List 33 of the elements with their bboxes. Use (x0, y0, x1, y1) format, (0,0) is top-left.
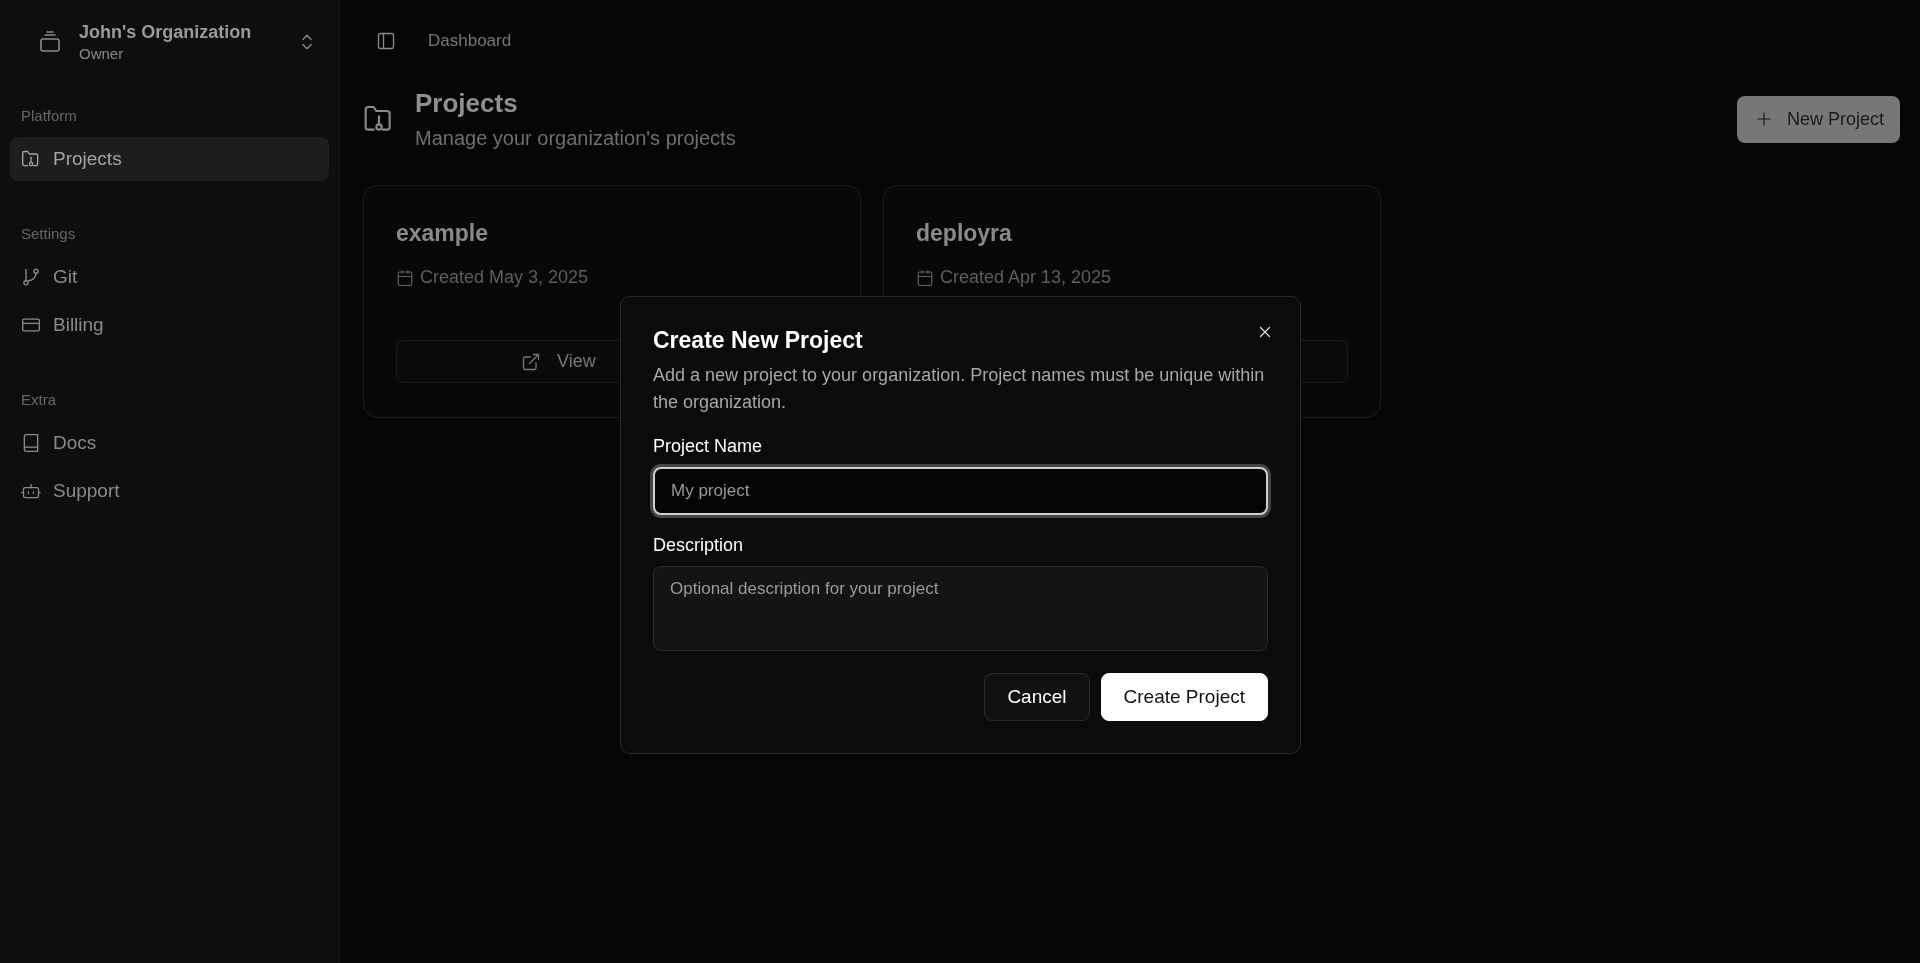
new-project-button[interactable]: New Project (1736, 95, 1900, 143)
project-name: deployra (916, 220, 1012, 247)
nav-item[interactable]: Billing (10, 303, 329, 347)
calendar-icon (916, 268, 934, 287)
created-date: Created Apr 13, 2025 (916, 267, 1112, 288)
field-label: Project Name (653, 436, 763, 457)
section-label: Extra (20, 391, 57, 409)
external-link-icon (521, 351, 541, 372)
page-subtitle: Manage your organization's projects (415, 127, 737, 150)
nav-item[interactable]: Git (10, 255, 329, 299)
stack-icon (38, 30, 62, 54)
organization-name[interactable]: John's Organization (79, 22, 280, 43)
branch-icon (21, 267, 41, 287)
robot-icon (21, 481, 41, 501)
sidebar-toggle-icon (376, 31, 396, 51)
description-field[interactable]: Optional description for your project (653, 566, 1268, 651)
book-icon (21, 433, 41, 453)
field-label: Description (653, 535, 744, 556)
nav-item[interactable]: Projects (10, 137, 329, 181)
page-title: Projects (415, 88, 519, 119)
create-project-button[interactable]: Create Project (1100, 673, 1268, 721)
calendar-icon (396, 268, 414, 287)
section-label: Platform (20, 107, 78, 125)
project-name: example (396, 220, 489, 247)
organization-role: Owner (79, 45, 125, 62)
nav-item[interactable]: Support (10, 469, 329, 513)
project-name-field[interactable]: My project (653, 467, 1268, 515)
breadcrumb-link[interactable]: Dashboard (428, 31, 512, 51)
section-label: Settings (20, 225, 77, 243)
folder-icon (21, 149, 41, 169)
cancel-button[interactable]: Cancel (984, 673, 1090, 721)
nav-item[interactable]: Docs (10, 421, 329, 465)
created-date: Created May 3, 2025 (396, 267, 589, 288)
